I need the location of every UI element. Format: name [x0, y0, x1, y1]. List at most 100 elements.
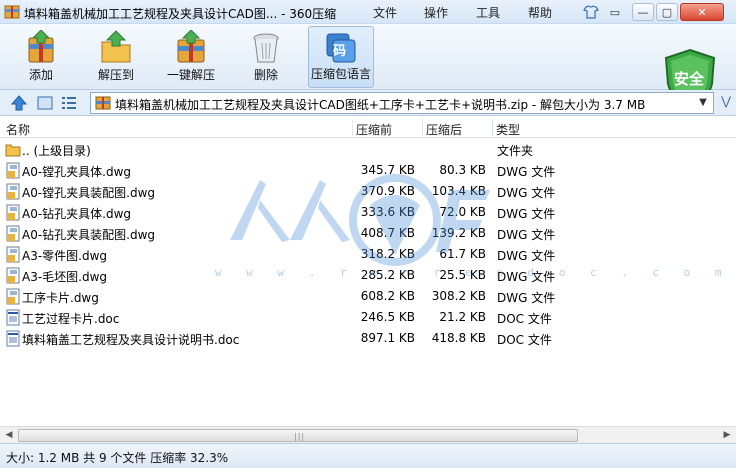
- file-row[interactable]: 工艺过程卡片.doc 246.5 KB 21.2 KB DOC 文件: [0, 307, 736, 328]
- window-title: 填料箱盖机械加工工艺规程及夹具设计CAD图... - 360压缩: [24, 7, 337, 21]
- column-type[interactable]: 类型: [496, 121, 520, 138]
- file-name: 工艺过程卡片.doc: [22, 312, 120, 326]
- file-name: 填料箱盖工艺规程及夹具设计说明书.doc: [22, 333, 240, 347]
- dwg-file-icon: [6, 225, 20, 242]
- file-row[interactable]: A0-镗孔夹具体.dwg 345.7 KB 80.3 KB DWG 文件: [0, 160, 736, 181]
- minimize-button[interactable]: —: [632, 3, 654, 21]
- file-row[interactable]: A0-镗孔夹具装配图.dwg 370.9 KB 103.4 KB DWG 文件: [0, 181, 736, 202]
- archive-language-label: 压缩包语言: [310, 67, 371, 81]
- file-name: A3-零件图.dwg: [22, 249, 108, 263]
- file-type: DWG 文件: [497, 249, 556, 263]
- column-divider[interactable]: [422, 119, 423, 136]
- dwg-file-icon: [6, 246, 20, 263]
- dwg-file-icon: [6, 204, 20, 221]
- add-archive-icon: [28, 30, 54, 63]
- restore-button[interactable]: ▢: [656, 3, 678, 21]
- file-row[interactable]: .. (上级目录) 文件夹: [0, 139, 736, 160]
- file-type: DWG 文件: [497, 165, 556, 179]
- address-dropdown-icon[interactable]: ▼: [695, 94, 711, 112]
- file-list: .. (上级目录) 文件夹 A0-镗孔夹具体.dwg 345.7 KB 80.3…: [0, 139, 736, 425]
- file-name: .. (上级目录): [22, 144, 91, 158]
- file-packed-size: 21.2 KB: [439, 310, 486, 324]
- dropdown-menu-icon[interactable]: ▭: [604, 3, 626, 21]
- file-row[interactable]: 填料箱盖工艺规程及夹具设计说明书.doc 897.1 KB 418.8 KB D…: [0, 328, 736, 349]
- column-compressed[interactable]: 压缩前: [356, 121, 392, 138]
- trash-icon: [253, 33, 279, 63]
- dwg-file-icon: [6, 183, 20, 200]
- menu-operation[interactable]: 操作: [424, 4, 448, 21]
- file-name: A0-镗孔夹具体.dwg: [22, 165, 132, 179]
- app-logo-icon: [4, 5, 20, 19]
- file-name: A0-钻孔夹具体.dwg: [22, 207, 132, 221]
- close-button[interactable]: ✕: [680, 3, 724, 21]
- file-packed-size: 139.2 KB: [431, 226, 486, 240]
- file-packed-size: 418.8 KB: [431, 331, 486, 345]
- doc-file-icon: [6, 330, 20, 347]
- file-list-header: 名称 压缩前 压缩后 类型: [0, 117, 736, 138]
- file-packed-size: 72.0 KB: [439, 205, 486, 219]
- file-packed-size: 80.3 KB: [439, 163, 486, 177]
- column-divider[interactable]: [352, 119, 353, 136]
- folder-icon: [5, 144, 21, 157]
- delete-button[interactable]: 删除: [235, 26, 297, 88]
- file-row[interactable]: A3-零件图.dwg 318.2 KB 61.7 KB DWG 文件: [0, 244, 736, 265]
- one-click-extract-icon: [177, 30, 205, 63]
- up-arrow-icon[interactable]: [10, 94, 28, 112]
- title-bar: 填料箱盖机械加工工艺规程及夹具设计CAD图... - 360压缩 文件 操作 工…: [0, 0, 736, 24]
- scroll-left-icon[interactable]: ◀: [1, 428, 17, 443]
- menu-file[interactable]: 文件: [373, 4, 397, 21]
- one-click-extract-label: 一键解压: [166, 68, 215, 82]
- scroll-right-icon[interactable]: ▶: [719, 428, 735, 443]
- file-type: DWG 文件: [497, 228, 556, 242]
- skin-icon[interactable]: [580, 3, 602, 21]
- one-click-extract-button[interactable]: 一键解压: [160, 26, 222, 88]
- large-icon-view-icon[interactable]: [36, 94, 54, 112]
- menu-tools[interactable]: 工具: [476, 4, 500, 21]
- file-name: 工序卡片.dwg: [22, 291, 99, 305]
- file-type: DWG 文件: [497, 291, 556, 305]
- file-name: A0-镗孔夹具装配图.dwg: [22, 186, 156, 200]
- address-path: 填料箱盖机械加工工艺规程及夹具设计CAD图纸+工序卡+工艺卡+说明书.zip -…: [115, 98, 646, 112]
- collapse-chevron-icon[interactable]: ⋁: [718, 94, 734, 112]
- file-type: DOC 文件: [497, 333, 552, 347]
- file-row[interactable]: A0-钻孔夹具装配图.dwg 408.7 KB 139.2 KB DWG 文件: [0, 223, 736, 244]
- file-size: 318.2 KB: [360, 247, 415, 261]
- add-label: 添加: [28, 68, 53, 82]
- file-size: 370.9 KB: [360, 184, 415, 198]
- file-size: 408.7 KB: [360, 226, 415, 240]
- column-name[interactable]: 名称: [6, 121, 30, 138]
- scroll-grip-icon: |||: [294, 432, 306, 441]
- file-packed-size: 103.4 KB: [431, 184, 486, 198]
- zip-file-icon: [95, 96, 111, 110]
- archive-language-icon-text: 码: [333, 44, 347, 59]
- list-view-icon[interactable]: [60, 94, 78, 112]
- file-type: DWG 文件: [497, 207, 556, 221]
- column-divider[interactable]: [492, 119, 493, 136]
- doc-file-icon: [6, 309, 20, 326]
- file-name: A0-钻孔夹具装配图.dwg: [22, 228, 156, 242]
- status-bar: 大小: 1.2 MB 共 9 个文件 压缩率 32.3%: [0, 443, 736, 468]
- file-size: 345.7 KB: [360, 163, 415, 177]
- file-type: DOC 文件: [497, 312, 552, 326]
- file-packed-size: 61.7 KB: [439, 247, 486, 261]
- menu-help[interactable]: 帮助: [528, 4, 552, 21]
- file-size: 246.5 KB: [360, 310, 415, 324]
- file-row[interactable]: 工序卡片.dwg 608.2 KB 308.2 KB DWG 文件: [0, 286, 736, 307]
- horizontal-scrollbar[interactable]: ◀ ||| ▶: [0, 426, 736, 443]
- address-row: 填料箱盖机械加工工艺规程及夹具设计CAD图纸+工序卡+工艺卡+说明书.zip -…: [0, 90, 736, 116]
- dwg-file-icon: [6, 288, 20, 305]
- archive-language-button[interactable]: 码 压缩包语言: [308, 26, 374, 88]
- extract-to-button[interactable]: 解压到: [85, 26, 147, 88]
- file-type: DWG 文件: [497, 186, 556, 200]
- extract-to-icon: [101, 30, 131, 63]
- add-button[interactable]: 添加: [10, 26, 72, 88]
- address-bar[interactable]: 填料箱盖机械加工工艺规程及夹具设计CAD图纸+工序卡+工艺卡+说明书.zip -…: [90, 92, 714, 114]
- file-row[interactable]: A0-钻孔夹具体.dwg 333.6 KB 72.0 KB DWG 文件: [0, 202, 736, 223]
- file-size: 897.1 KB: [360, 331, 415, 345]
- scroll-thumb[interactable]: |||: [18, 429, 578, 442]
- file-name: A3-毛坯图.dwg: [22, 270, 108, 284]
- file-size: 608.2 KB: [360, 289, 415, 303]
- file-packed-size: 308.2 KB: [431, 289, 486, 303]
- column-packed[interactable]: 压缩后: [426, 121, 462, 138]
- security-label: 安全: [674, 70, 705, 88]
